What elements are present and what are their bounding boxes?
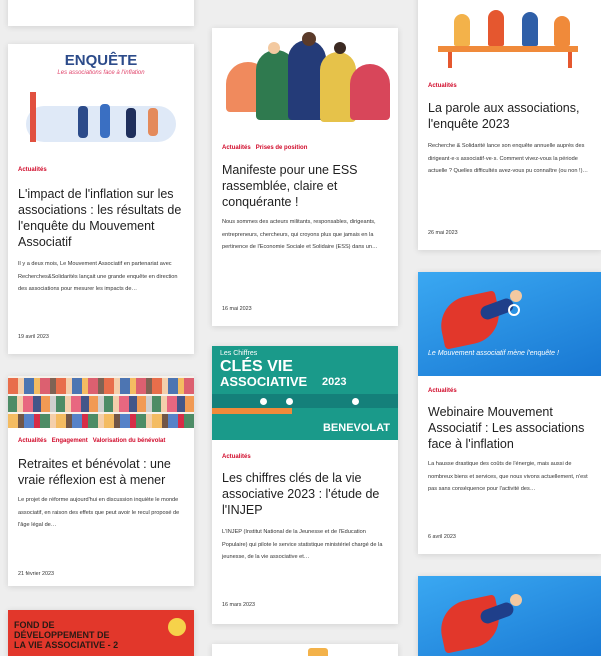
article-excerpt: Le projet de réforme aujourd'hui en disc…	[18, 497, 180, 528]
category-tag[interactable]: Valorisation du bénévolat	[93, 438, 166, 444]
thumbnail-icon	[352, 398, 359, 405]
thumbnail-line1: Les Chiffres	[220, 350, 258, 357]
illustration-hero-cape	[435, 594, 505, 654]
category-tag[interactable]: Actualités	[428, 83, 457, 89]
thumbnail-orange-bar	[212, 408, 292, 414]
illustration-search-icon	[508, 304, 520, 316]
illustration-crowd-row	[8, 396, 194, 412]
illustration-crowd-row	[8, 378, 194, 394]
thumbnail-line3: LA VIE ASSOCIATIVE - 2	[14, 640, 119, 650]
category-tag[interactable]: Engagement	[52, 438, 88, 444]
article-excerpt: Il y a deux mois, Le Mouvement Associati…	[18, 261, 178, 292]
illustration-person	[554, 16, 570, 46]
category-list: Actualités	[428, 83, 462, 89]
illustration-person	[148, 108, 158, 136]
illustration-leg	[568, 52, 572, 68]
illustration-person	[454, 14, 470, 46]
illustration-head	[268, 42, 280, 54]
article-card-partial[interactable]: FOND DE DÉVELOPPEMENT DE LA VIE ASSOCIAT…	[8, 610, 194, 656]
illustration-head	[334, 42, 346, 54]
illustration-person	[488, 10, 504, 46]
thumbnail-line2: DÉVELOPPEMENT DE	[14, 630, 110, 640]
article-card[interactable]: Les Chiffres CLÉS VIE ASSOCIATIVE 2023 B…	[212, 346, 398, 624]
lightbulb-icon	[168, 618, 186, 636]
article-date: 16 mars 2023	[222, 602, 255, 608]
thumbnail-title: ENQUÊTE	[64, 52, 138, 69]
article-date: 19 avril 2023	[18, 334, 49, 340]
illustration-hero-head	[510, 290, 522, 302]
illustration-table	[438, 46, 578, 52]
article-title[interactable]: Retraites et bénévolat : une vraie réfle…	[18, 456, 184, 488]
illustration-crowd	[350, 64, 390, 120]
category-tag[interactable]: Prises de position	[256, 145, 308, 151]
article-title[interactable]: Webinaire Mouvement Associatif : Les ass…	[428, 404, 592, 452]
thumbnail-year: 2023	[322, 376, 347, 388]
article-excerpt: La hausse drastique des coûts de l'énerg…	[428, 461, 588, 492]
article-card-partial[interactable]	[418, 576, 601, 656]
illustration-head	[302, 32, 316, 46]
article-date: 6 avril 2023	[428, 534, 456, 540]
illustration-hero-cape	[435, 290, 505, 350]
article-card-partial[interactable]	[212, 644, 398, 656]
article-thumbnail[interactable]	[212, 28, 398, 132]
thumbnail-icon	[286, 398, 293, 405]
article-title[interactable]: Manifeste pour une ESS rassemblée, clair…	[222, 162, 388, 210]
category-tag[interactable]: Actualités	[428, 388, 457, 394]
illustration-person	[100, 104, 110, 138]
category-list: Actualités Engagement Valorisation du béné…	[18, 438, 170, 444]
illustration-person	[126, 108, 136, 138]
illustration-fragment	[308, 648, 328, 656]
article-excerpt: Nous sommes des acteurs militants, respo…	[222, 219, 378, 250]
thumbnail-tag: BENEVOLAT	[322, 422, 390, 434]
illustration-hero-head	[510, 594, 522, 606]
article-card[interactable]: ENQUÊTE Les associations face à l'inflat…	[8, 44, 194, 354]
category-list: Actualités	[18, 167, 52, 173]
article-thumbnail[interactable]	[418, 576, 601, 656]
illustration-leg	[448, 52, 452, 68]
thumbnail-icon	[260, 398, 267, 405]
article-thumbnail[interactable]	[418, 0, 601, 70]
thumbnail-subtitle: Les associations face à l'inflation	[57, 70, 145, 76]
illustration-pencil	[30, 92, 36, 142]
article-thumbnail[interactable]: Les Chiffres CLÉS VIE ASSOCIATIVE 2023 B…	[212, 346, 398, 440]
article-title[interactable]: Les chiffres clés de la vie associative …	[222, 470, 388, 518]
thumbnail-line1: FOND DE	[14, 620, 55, 630]
article-card[interactable]: Le Mouvement associatif mène l'enquête !…	[418, 272, 601, 554]
illustration-person	[522, 12, 538, 46]
thumbnail-caption: Le Mouvement associatif mène l'enquête !	[428, 350, 559, 357]
category-list: Actualités	[222, 454, 256, 460]
article-excerpt: L'INJEP (Institut National de la Jeuness…	[222, 529, 383, 560]
article-date: 21 février 2023	[18, 571, 54, 577]
article-excerpt: Recherche & Solidarité lance son enquête…	[428, 143, 589, 174]
category-tag[interactable]: Actualités	[222, 454, 251, 460]
article-thumbnail[interactable]	[8, 376, 194, 428]
category-list: Actualités	[428, 388, 462, 394]
article-thumbnail[interactable]: ENQUÊTE Les associations face à l'inflat…	[8, 44, 194, 152]
article-date: 16 mai 2023	[222, 306, 252, 312]
thumbnail-line3: ASSOCIATIVE	[220, 374, 308, 389]
article-card[interactable]: Actualités Engagement Valorisation du béné…	[8, 376, 194, 586]
illustration-person	[78, 106, 88, 138]
article-title[interactable]: L'impact de l'inflation sur les associat…	[18, 186, 184, 250]
article-thumbnail[interactable]: Le Mouvement associatif mène l'enquête !	[418, 272, 601, 376]
category-tag[interactable]: Actualités	[222, 145, 251, 151]
article-date: 26 mai 2023	[428, 230, 458, 236]
illustration-crowd-row	[8, 414, 194, 428]
article-thumbnail[interactable]: FOND DE DÉVELOPPEMENT DE LA VIE ASSOCIAT…	[8, 610, 194, 656]
thumbnail-band	[212, 394, 398, 408]
article-title[interactable]: La parole aux associations, l'enquête 20…	[428, 100, 592, 132]
category-list: Actualités Prises de position	[222, 145, 312, 151]
article-card[interactable]: Actualités Prises de position Manifeste p…	[212, 28, 398, 326]
article-card-partial-top[interactable]	[8, 0, 194, 26]
category-tag[interactable]: Actualités	[18, 438, 47, 444]
category-tag[interactable]: Actualités	[18, 167, 47, 173]
article-card[interactable]: Actualités La parole aux associations, l…	[418, 0, 601, 250]
